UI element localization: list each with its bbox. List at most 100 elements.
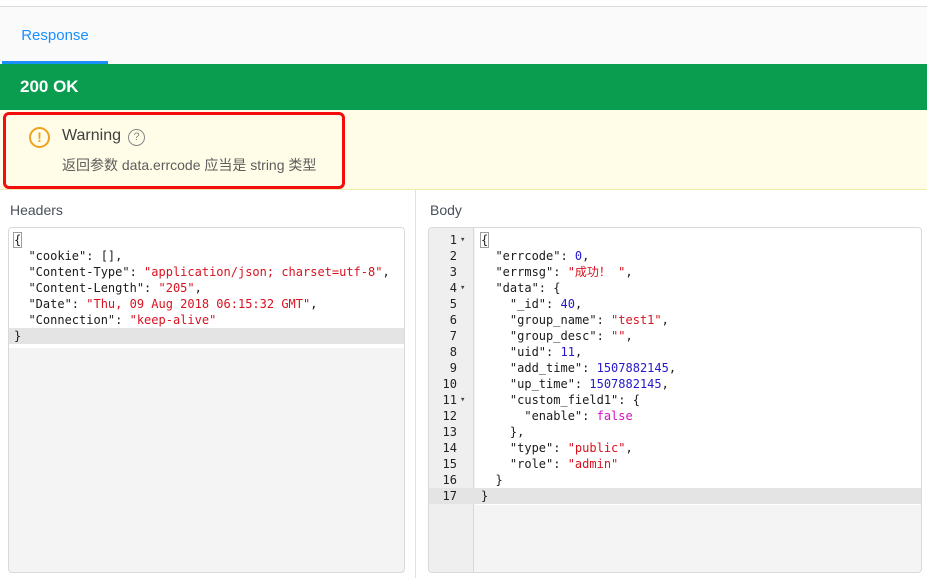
code-line[interactable]: 9 "add_time": 1507882145,: [429, 360, 921, 376]
line-number: 10: [429, 376, 457, 392]
body-code-editor[interactable]: 1▾{2 "errcode": 0,3 "errmsg": "成功！ ",4▾ …: [428, 227, 922, 573]
code-text: {: [9, 232, 404, 248]
code-line[interactable]: "cookie": [],: [9, 248, 404, 264]
question-circle-icon[interactable]: ?: [128, 129, 145, 146]
line-number: 12: [429, 408, 457, 424]
code-line[interactable]: "Connection": "keep-alive": [9, 312, 404, 328]
line-number: 5: [429, 296, 457, 312]
fold-spacer: [457, 344, 475, 360]
line-number: 15: [429, 456, 457, 472]
code-line[interactable]: "Content-Length": "205",: [9, 280, 404, 296]
gutter-cell: 1▾: [429, 232, 475, 248]
code-line[interactable]: "Content-Type": "application/json; chars…: [9, 264, 404, 280]
code-line[interactable]: {: [9, 232, 404, 248]
gutter-cell: 4▾: [429, 280, 475, 296]
line-number: 6: [429, 312, 457, 328]
fold-spacer: [457, 328, 475, 344]
gutter-cell: 7: [429, 328, 475, 344]
code-text: "role": "admin": [475, 456, 921, 472]
fold-spacer: [457, 408, 475, 424]
line-number: 4: [429, 280, 457, 296]
gutter-cell: 11▾: [429, 392, 475, 408]
gutter-cell: 5: [429, 296, 475, 312]
code-line[interactable]: 12 "enable": false: [429, 408, 921, 424]
code-text: "group_name": "test1",: [475, 312, 921, 328]
code-line[interactable]: 16 }: [429, 472, 921, 488]
panel-divider: [415, 190, 416, 578]
headers-panel-label: Headers: [10, 202, 63, 218]
line-number: 7: [429, 328, 457, 344]
fold-spacer: [457, 360, 475, 376]
code-text: {: [475, 232, 921, 248]
fold-spacer: [457, 440, 475, 456]
code-text: "Content-Length": "205",: [9, 280, 404, 296]
code-text: "uid": 11,: [475, 344, 921, 360]
code-line[interactable]: 15 "role": "admin": [429, 456, 921, 472]
fold-spacer: [457, 296, 475, 312]
code-text: "_id": 40,: [475, 296, 921, 312]
gutter-cell: 3: [429, 264, 475, 280]
code-line[interactable]: "Date": "Thu, 09 Aug 2018 06:15:32 GMT",: [9, 296, 404, 312]
response-page: Response 200 OK ! Warning ? 返回参数 data.er…: [0, 0, 927, 578]
code-line[interactable]: 8 "uid": 11,: [429, 344, 921, 360]
code-text: "Date": "Thu, 09 Aug 2018 06:15:32 GMT",: [9, 296, 404, 312]
fold-spacer: [457, 424, 475, 440]
warning-message: 返回参数 data.errcode 应当是 string 类型: [62, 155, 316, 175]
code-text: "errcode": 0,: [475, 248, 921, 264]
fold-spacer: [457, 312, 475, 328]
fold-spacer: [457, 248, 475, 264]
code-line[interactable]: 6 "group_name": "test1",: [429, 312, 921, 328]
code-line[interactable]: }: [9, 328, 404, 344]
line-number: 11: [429, 392, 457, 408]
code-text: }: [475, 472, 921, 488]
code-line[interactable]: 11▾ "custom_field1": {: [429, 392, 921, 408]
code-line[interactable]: 17}: [429, 488, 921, 504]
code-text: "custom_field1": {: [475, 392, 921, 408]
gutter-cell: 8: [429, 344, 475, 360]
gutter-cell: 9: [429, 360, 475, 376]
code-line[interactable]: 7 "group_desc": "",: [429, 328, 921, 344]
editor-rows: { "cookie": [], "Content-Type": "applica…: [9, 232, 404, 344]
code-text: },: [475, 424, 921, 440]
line-number: 17: [429, 488, 457, 504]
fold-spacer: [457, 264, 475, 280]
code-line[interactable]: 10 "up_time": 1507882145,: [429, 376, 921, 392]
tab-response[interactable]: Response: [2, 7, 108, 64]
fold-arrow-icon[interactable]: ▾: [457, 392, 475, 408]
gutter-cell: 16: [429, 472, 475, 488]
gutter-cell: 2: [429, 248, 475, 264]
code-line[interactable]: 2 "errcode": 0,: [429, 248, 921, 264]
gutter-cell: 15: [429, 456, 475, 472]
warning-title: Warning: [62, 127, 121, 145]
line-number: 13: [429, 424, 457, 440]
tab-bar: Response: [0, 7, 927, 64]
code-line[interactable]: 1▾{: [429, 232, 921, 248]
line-number: 14: [429, 440, 457, 456]
code-line[interactable]: 4▾ "data": {: [429, 280, 921, 296]
gutter-cell: 14: [429, 440, 475, 456]
editor-rows: 1▾{2 "errcode": 0,3 "errmsg": "成功！ ",4▾ …: [429, 232, 921, 504]
gutter-cell: 17: [429, 488, 475, 504]
fold-spacer: [457, 488, 475, 504]
code-text: "type": "public",: [475, 440, 921, 456]
gutter-cell: 12: [429, 408, 475, 424]
code-text: }: [9, 328, 404, 344]
fold-spacer: [457, 472, 475, 488]
code-line[interactable]: 14 "type": "public",: [429, 440, 921, 456]
headers-code-editor[interactable]: { "cookie": [], "Content-Type": "applica…: [8, 227, 405, 573]
fold-arrow-icon[interactable]: ▾: [457, 280, 475, 296]
fold-arrow-icon[interactable]: ▾: [457, 232, 475, 248]
line-number: 1: [429, 232, 457, 248]
line-number: 2: [429, 248, 457, 264]
code-line[interactable]: 3 "errmsg": "成功！ ",: [429, 264, 921, 280]
gutter-cell: 10: [429, 376, 475, 392]
exclamation-circle-icon: !: [29, 127, 50, 148]
code-line[interactable]: 13 },: [429, 424, 921, 440]
line-number: 9: [429, 360, 457, 376]
code-line[interactable]: 5 "_id": 40,: [429, 296, 921, 312]
body-panel-label: Body: [430, 202, 462, 218]
line-number: 3: [429, 264, 457, 280]
status-banner: 200 OK: [0, 64, 927, 110]
line-number: 16: [429, 472, 457, 488]
gutter-cell: 13: [429, 424, 475, 440]
